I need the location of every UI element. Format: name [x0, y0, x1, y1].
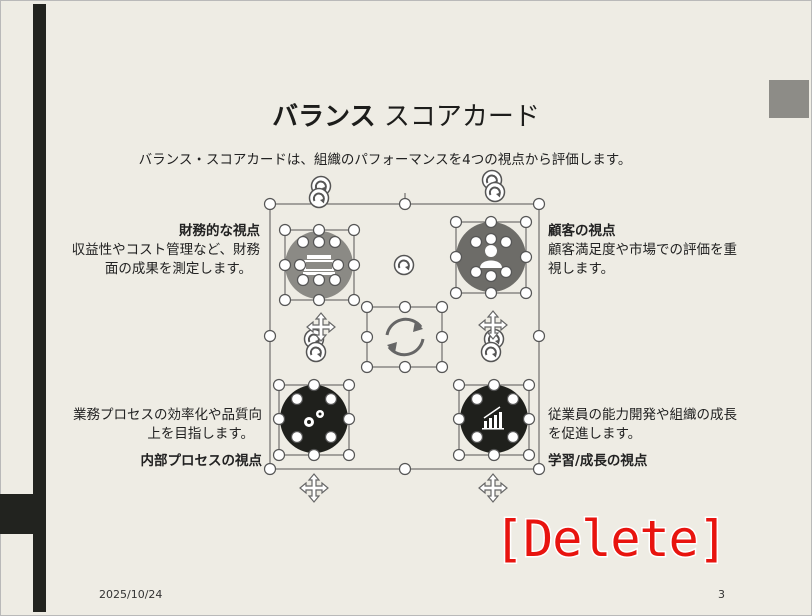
- delete-keystroke-label: [Delete]: [493, 509, 730, 570]
- process-circle[interactable]: [280, 385, 348, 453]
- cycle-arrows-icon[interactable]: [385, 317, 425, 357]
